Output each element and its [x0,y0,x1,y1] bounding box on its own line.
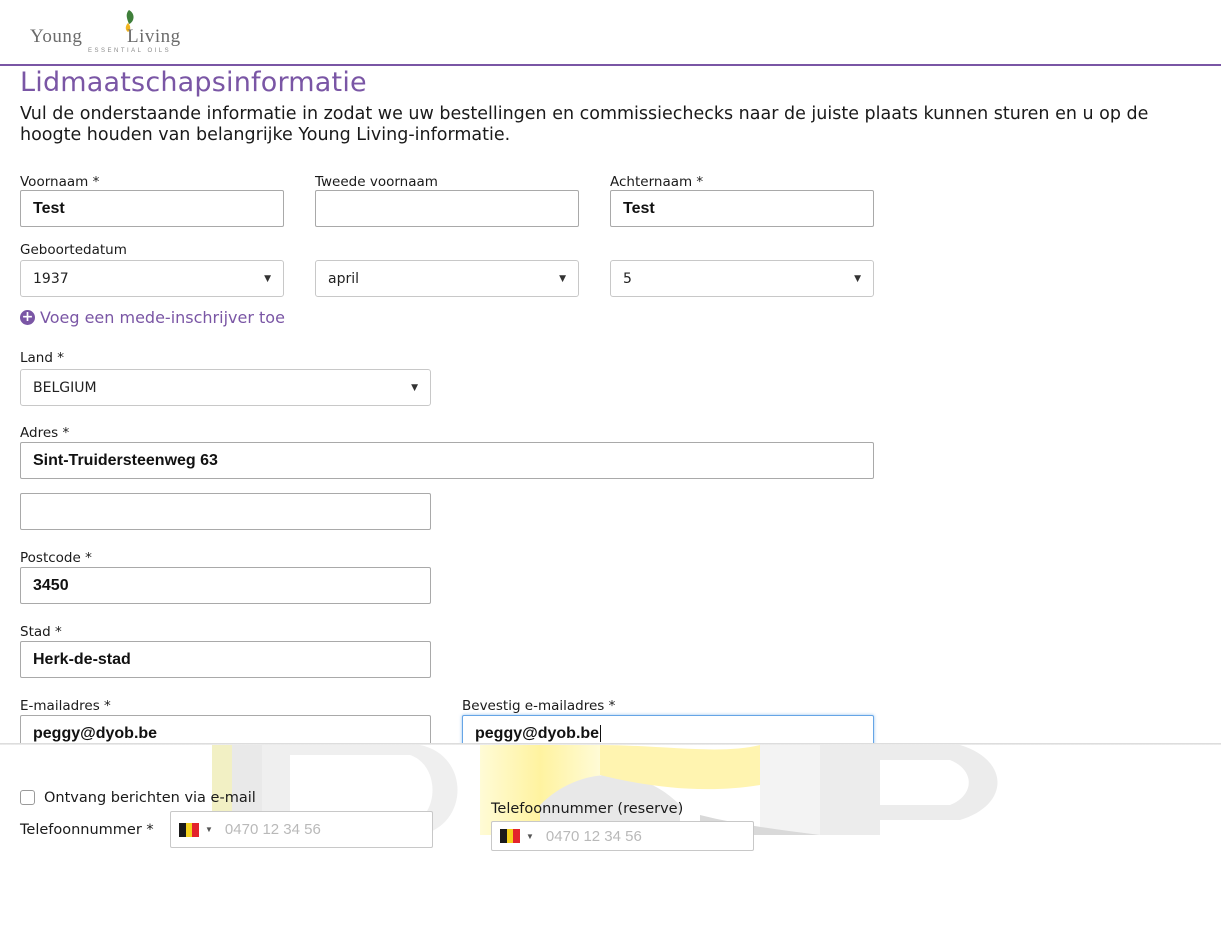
first-name-input[interactable]: Test [20,190,284,227]
first-name-label: Voornaam * [20,174,100,190]
chevron-down-icon: ▼ [205,825,213,834]
chevron-down-icon: ▼ [411,382,418,393]
belgium-flag-icon[interactable] [179,822,200,837]
first-name-value: Test [33,199,65,217]
text-cursor [600,725,602,742]
add-coapplicant-link[interactable]: + Voeg een mede-inschrijver toe [20,308,285,327]
logo-text-living: Living [127,26,181,47]
chevron-down-icon: ▼ [559,273,566,284]
birth-year-select[interactable]: 1937 ▼ [20,260,284,297]
intro-text: Vul de onderstaande informatie in zodat … [20,104,1149,145]
add-coapplicant-label: Voeg een mede-inschrijver toe [40,308,285,327]
email-opt-in-checkbox[interactable] [20,790,35,805]
middle-name-input[interactable] [315,190,579,227]
address-label: Adres * [20,425,70,441]
logo-text-young: Young [30,26,83,47]
phone-backup-placeholder: 0470 12 34 56 [545,827,642,845]
phone-input[interactable]: ▼ 0470 12 34 56 [170,811,433,848]
email-label: E-mailadres * [20,698,111,714]
chevron-down-icon: ▼ [854,273,861,284]
country-select[interactable]: BELGIUM ▼ [20,369,431,406]
country-value: BELGIUM [33,379,97,396]
postcode-value: 3450 [33,576,69,594]
email-confirm-label: Bevestig e-mailadres * [462,698,616,714]
last-name-label: Achternaam * [610,174,704,190]
birthdate-label: Geboortedatum [20,242,127,258]
email-confirm-value: peggy@dyob.be [475,724,600,742]
postcode-label: Postcode * [20,550,92,566]
chevron-down-icon: ▼ [526,831,534,841]
birth-day-select[interactable]: 5 ▼ [610,260,874,297]
address-line1-value: Sint-Truidersteenweg 63 [33,451,218,469]
address-line2-input[interactable] [20,493,431,530]
birth-year-value: 1937 [33,270,69,287]
birth-month-value: april [328,270,360,287]
last-name-value: Test [623,199,655,217]
city-input[interactable]: Herk-de-stad [20,641,431,678]
city-label: Stad * [20,624,62,640]
phone-label: Telefoonnummer * [20,822,154,838]
middle-name-label: Tweede voornaam [315,174,438,190]
birth-day-value: 5 [623,270,632,287]
phone-backup-input[interactable]: ▼ 0470 12 34 56 [491,821,754,851]
last-name-input[interactable]: Test [610,190,874,227]
logo-subtitle: ESSENTIAL OILS [88,48,172,54]
belgium-flag-icon[interactable] [500,829,521,843]
country-label: Land * [20,350,64,366]
phone-backup-label: Telefoonnummer (reserve) [491,801,684,817]
phone-placeholder: 0470 12 34 56 [224,821,321,838]
address-line1-input[interactable]: Sint-Truidersteenweg 63 [20,442,874,479]
plus-circle-icon: + [20,309,35,325]
young-living-logo: Young Living ESSENTIAL OILS [30,4,205,54]
email-value: peggy@dyob.be [33,724,158,742]
chevron-down-icon: ▼ [264,273,271,284]
header-divider [0,64,1221,66]
postcode-input[interactable]: 3450 [20,567,431,604]
city-value: Herk-de-stad [33,650,131,668]
birth-month-select[interactable]: april ▼ [315,260,579,297]
email-opt-in-label: Ontvang berichten via e-mail [44,790,256,806]
page-title: Lidmaatschapsinformatie [20,67,367,98]
